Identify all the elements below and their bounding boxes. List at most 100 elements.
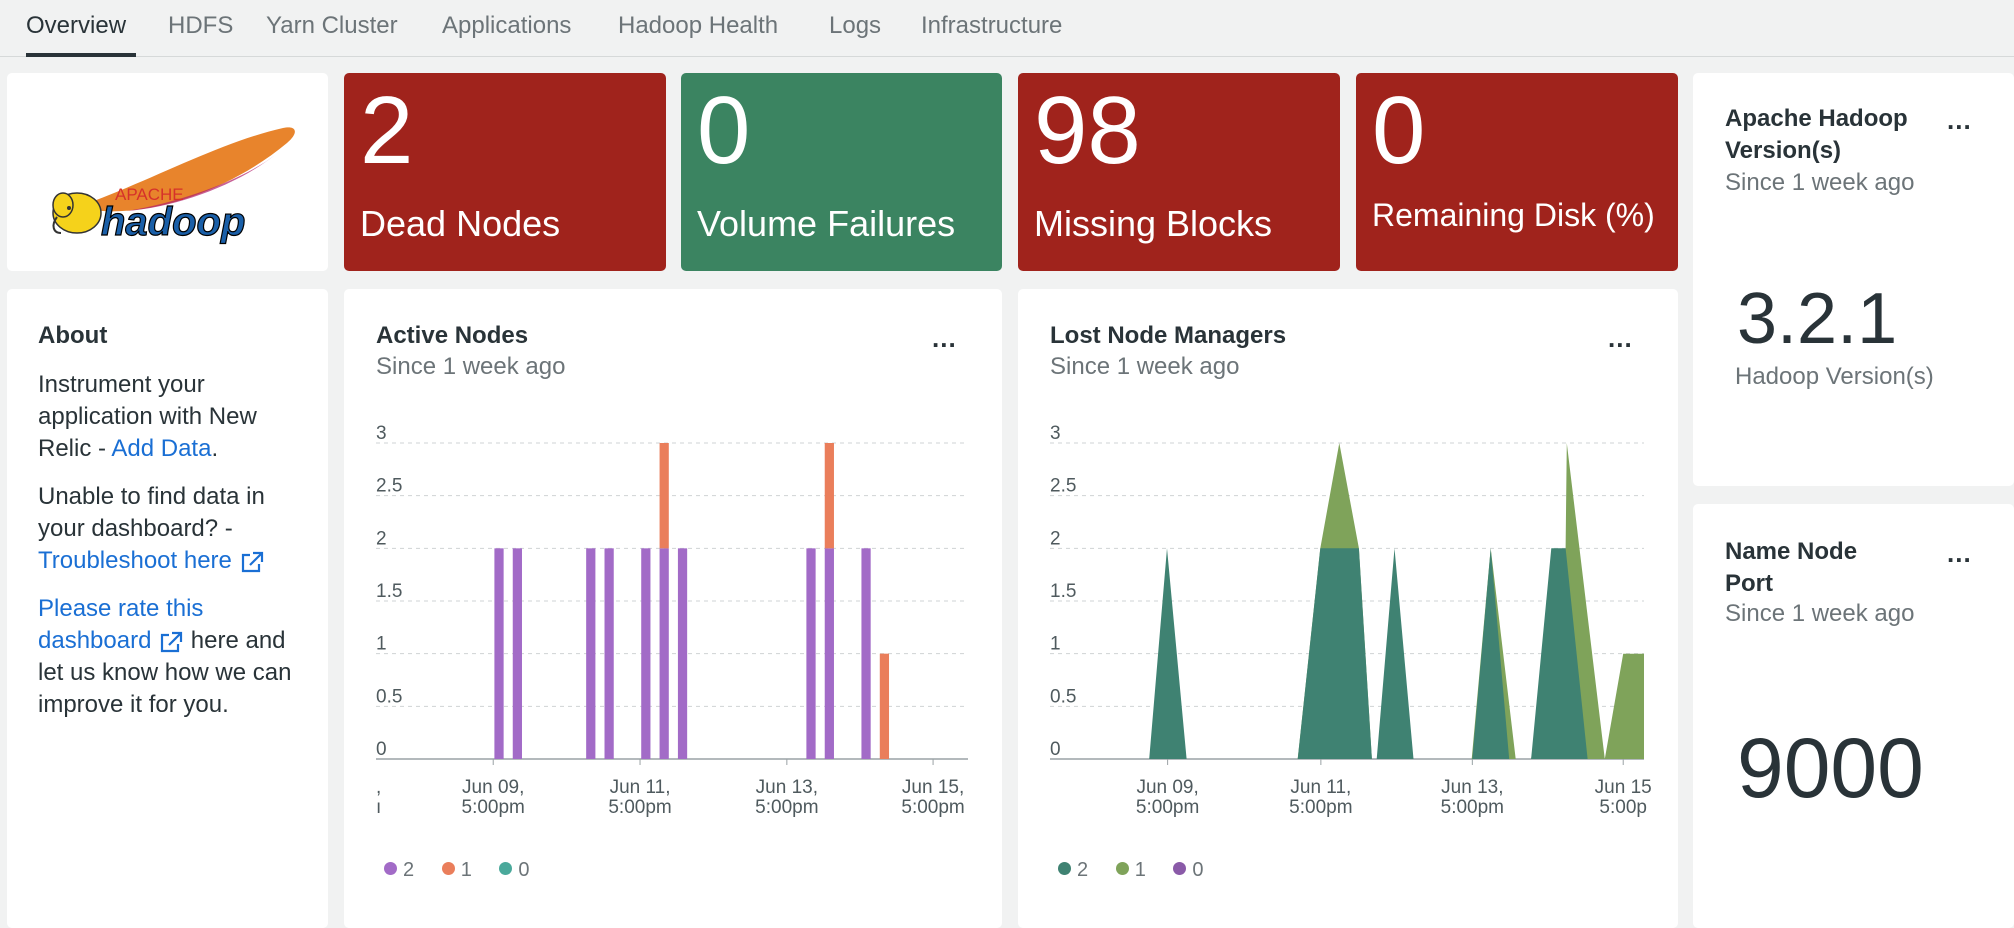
legend-item[interactable]: 0: [499, 859, 530, 881]
dead-nodes-billboard[interactable]: 2 Dead Nodes: [344, 73, 666, 271]
x-tick-label: 5:00pm: [1136, 797, 1199, 818]
hadoop-version-value: 3.2.1: [1737, 279, 1898, 359]
widget-subtitle: Since 1 week ago: [1725, 169, 1915, 196]
legend-swatch: [1173, 862, 1187, 876]
legend-swatch: [1115, 862, 1129, 876]
x-tick-label: 5:00pm: [1441, 797, 1504, 818]
tab-bar: Overview HDFS Yarn Cluster Applications …: [0, 0, 2014, 57]
about-instrument-text: Instrument your application with New Rel…: [38, 369, 298, 465]
billboard-label: Volume Failures: [697, 203, 956, 244]
remaining-disk-billboard[interactable]: 0 Remaining Disk (%): [1356, 73, 1678, 271]
x-tick-label: 5:00pm: [1289, 797, 1352, 818]
x-tick-label: Jun 11,: [1290, 777, 1351, 798]
legend-item[interactable]: 2: [1058, 859, 1088, 881]
y-tick-label: 0: [1050, 739, 1061, 760]
external-link-icon: [161, 631, 183, 652]
tab-logs[interactable]: Logs: [829, 12, 881, 40]
x-tick-label: Jun 09,: [462, 777, 524, 798]
billboard-value: 0: [697, 77, 751, 184]
bar-segment: [861, 548, 871, 759]
y-tick-label: 2: [376, 528, 387, 549]
name-node-port-value: 9000: [1737, 721, 1924, 815]
elephant-icon: [52, 192, 102, 234]
bar-segment: [586, 548, 596, 759]
bar-segment: [824, 443, 834, 549]
active-nodes-chart: 00.511.522.53Jun 09,5:00pmJun 11,5:00pmJ…: [376, 423, 968, 818]
x-tick-label: Jun 11,: [610, 777, 671, 798]
bar-segment: [879, 653, 890, 759]
billboard-label: Dead Nodes: [360, 203, 561, 244]
troubleshoot-link[interactable]: Troubleshoot here: [38, 547, 265, 574]
legend-label: 2: [1077, 859, 1089, 881]
lost-node-managers-card: Lost Node Managers Since 1 week ago ... …: [1018, 289, 1678, 928]
legend-item[interactable]: 1: [441, 859, 472, 881]
bar-segment: [659, 443, 669, 549]
tab-hdfs[interactable]: HDFS: [168, 12, 233, 40]
x-tick-label: Jun 15,: [902, 777, 964, 798]
widget-title: Name Node Port: [1725, 538, 1858, 598]
legend-item[interactable]: 0: [1173, 859, 1204, 881]
tab-yarn-cluster[interactable]: Yarn Cluster: [266, 12, 398, 40]
rate-dashboard-link[interactable]: Please rate this dashboard: [38, 595, 203, 654]
hadoop-version-card: Apache Hadoop Version(s) ... Since 1 wee…: [1693, 73, 2014, 486]
volume-failures-billboard[interactable]: 0 Volume Failures: [681, 73, 1002, 271]
tab-overview[interactable]: Overview: [26, 12, 126, 40]
y-tick-label: 1: [376, 634, 387, 655]
name-node-port-card: Name Node Port ... Since 1 week ago 9000: [1693, 504, 2014, 928]
external-link-icon: [241, 551, 263, 572]
x-tick-label: 5:00pm: [462, 797, 525, 818]
widget-title: Apache Hadoop Version(s): [1725, 105, 1908, 165]
logo-card: APACHE hadoop: [7, 73, 328, 271]
bar-segment: [824, 548, 834, 759]
y-tick-label: 3: [376, 423, 387, 444]
y-tick-label: 0.5: [1050, 686, 1076, 707]
legend-item[interactable]: 1: [1115, 859, 1146, 881]
tab-hadoop-health[interactable]: Hadoop Health: [618, 12, 778, 40]
billboard-label: Missing Blocks: [1034, 203, 1273, 244]
legend-swatch: [1058, 862, 1071, 876]
hadoop-logo: APACHE hadoop: [52, 127, 295, 245]
legend-swatch: [499, 862, 513, 876]
tab-applications[interactable]: Applications: [442, 12, 571, 40]
y-tick-label: 3: [1050, 423, 1061, 444]
x-tick-label: ı: [376, 797, 381, 818]
add-data-link[interactable]: Add Data: [111, 435, 211, 462]
bar-segment: [677, 548, 688, 759]
area-series-2: [1149, 548, 1588, 759]
about-card: About Instrument your application with N…: [7, 289, 328, 928]
troubleshoot-link-label: Troubleshoot here: [38, 547, 232, 574]
about-title: About: [38, 322, 108, 349]
x-tick-label: 5:00pm: [755, 797, 818, 818]
y-tick-label: 0: [376, 739, 387, 760]
active-nodes-card: Active Nodes Since 1 week ago ... 0 0.5 1 1…: [344, 289, 1002, 928]
legend-swatch: [384, 862, 397, 876]
x-tick-label: Jun 13,: [1441, 777, 1503, 798]
x-tick-label: Jun 15: [1595, 777, 1652, 798]
x-tick-label: 5:00p: [1599, 797, 1647, 818]
active-tab-indicator: [26, 53, 136, 57]
bar-segment: [641, 548, 651, 759]
y-tick-label: 1.5: [1050, 581, 1076, 602]
widget-menu-button[interactable]: ...: [1947, 538, 1972, 569]
chart-legend: 2 1 0: [1058, 859, 1226, 882]
about-troubleshoot-text: Unable to find data in your dashboard? -…: [38, 481, 298, 577]
legend-item[interactable]: 2: [384, 859, 414, 881]
x-tick-label: Jun 13,: [756, 777, 818, 798]
missing-blocks-billboard[interactable]: 98 Missing Blocks: [1018, 73, 1340, 271]
lost-node-managers-chart: 00.511.522.53Jun 09,5:00pmJun 11,5:00pmJ…: [1050, 423, 1652, 818]
about-instrument-end: .: [211, 435, 219, 462]
y-tick-label: 2: [1050, 528, 1061, 549]
legend-swatch: [441, 862, 455, 876]
bar-segment: [806, 548, 816, 759]
x-tick-label: 5:00pm: [901, 797, 964, 818]
about-rate-text: Please rate this dashboard here and let …: [38, 593, 298, 721]
widget-menu-button[interactable]: ...: [1947, 105, 1972, 136]
y-tick-label: 2.5: [1050, 476, 1076, 497]
tab-infrastructure[interactable]: Infrastructure: [921, 12, 1062, 40]
legend-label: 0: [1192, 859, 1204, 881]
billboard-label: Remaining Disk (%): [1372, 197, 1655, 233]
y-tick-label: 1: [1050, 634, 1061, 655]
billboard-value: 2: [360, 77, 414, 184]
logo-hadoop-text: hadoop: [101, 200, 245, 244]
legend-label: 0: [518, 859, 530, 881]
